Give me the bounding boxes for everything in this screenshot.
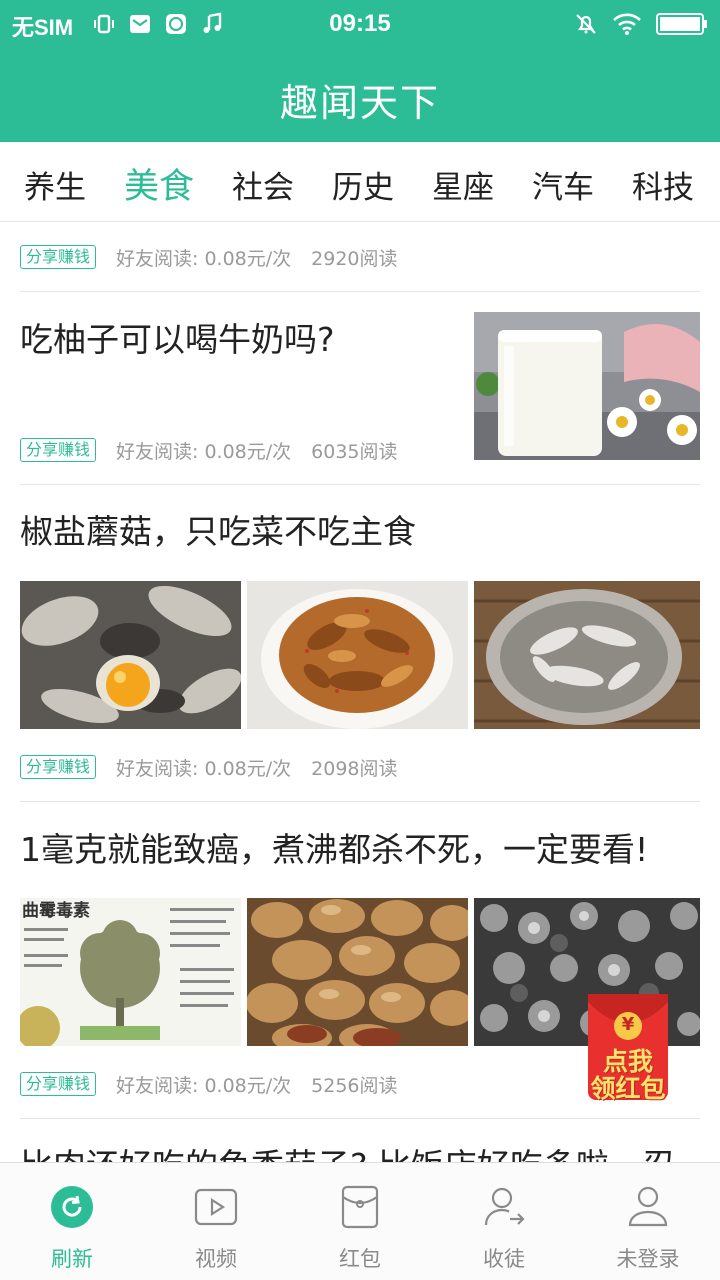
nav-refresh[interactable]: 刷新 xyxy=(0,1163,144,1280)
tab-history[interactable]: 历史 xyxy=(332,162,394,207)
app-title: 趣闻天下 xyxy=(279,81,440,125)
divider xyxy=(20,1118,700,1119)
article-meta: 分享赚钱 好友阅读: 0.08元/次 5256阅读 xyxy=(20,1070,398,1098)
milk-glass-thumbnail[interactable] xyxy=(474,312,700,460)
read-count: 2098阅读 xyxy=(311,757,398,780)
read-count: 2920阅读 xyxy=(311,247,398,270)
fried-mushroom-thumbnail[interactable] xyxy=(247,581,468,729)
article-title[interactable]: 比肉还好吃的鱼香茄子? 比饭店好吃多啦，忍 xyxy=(20,1144,675,1162)
poster-caption: 曲霉毒素 xyxy=(22,901,90,921)
category-tabs: 养生 美食 社会 历史 星座 汽车 科技 xyxy=(0,142,720,222)
divider xyxy=(20,484,700,485)
friend-read-rate: 好友阅读: 0.08元/次 xyxy=(116,247,292,270)
article-title[interactable]: 吃柚子可以喝牛奶吗? xyxy=(20,318,335,362)
tab-horoscope[interactable]: 星座 xyxy=(432,162,494,207)
article-meta: 分享赚钱 好友阅读: 0.08元/次 2098阅读 xyxy=(20,753,398,781)
tab-tech[interactable]: 科技 xyxy=(632,162,694,207)
read-count: 6035阅读 xyxy=(311,440,398,463)
tab-food[interactable]: 美食 xyxy=(124,158,194,209)
share-earn-tag[interactable]: 分享赚钱 xyxy=(20,755,97,779)
user-icon xyxy=(628,1186,668,1227)
bottom-nav: 刷新 视频 红包 收徒 未登录 xyxy=(0,1162,720,1280)
share-earn-tag[interactable]: 分享赚钱 xyxy=(20,438,97,462)
nav-red-envelope[interactable]: 红包 xyxy=(288,1163,432,1280)
tab-health[interactable]: 养生 xyxy=(24,162,86,207)
nav-label: 视频 xyxy=(195,1247,237,1271)
divider xyxy=(20,801,700,802)
nav-apprentice[interactable]: 收徒 xyxy=(432,1163,576,1280)
status-bar: 无SIM 09:15 xyxy=(0,0,720,50)
video-icon xyxy=(194,1188,238,1226)
app-bar: 趣闻天下 xyxy=(0,50,720,142)
nav-label: 收徒 xyxy=(483,1247,525,1271)
red-packet-float-button[interactable]: ¥ 点我 领红包 xyxy=(578,992,678,1103)
article-meta: 分享赚钱 好友阅读: 0.08元/次 6035阅读 xyxy=(20,436,398,464)
friend-read-rate: 好友阅读: 0.08元/次 xyxy=(116,757,292,780)
add-apprentice-icon xyxy=(484,1187,525,1226)
red-envelope-icon xyxy=(341,1185,379,1229)
refresh-icon xyxy=(51,1186,93,1228)
share-earn-tag[interactable]: 分享赚钱 xyxy=(20,1072,97,1096)
tab-society[interactable]: 社会 xyxy=(232,162,294,207)
tab-cars[interactable]: 汽车 xyxy=(532,162,594,207)
nav-video[interactable]: 视频 xyxy=(144,1163,288,1280)
nav-label: 红包 xyxy=(339,1247,381,1271)
nav-label: 刷新 xyxy=(51,1247,93,1271)
nav-profile[interactable]: 未登录 xyxy=(576,1163,720,1280)
moldy-dates-thumbnail[interactable] xyxy=(247,898,468,1046)
divider xyxy=(20,291,700,292)
wifi-icon xyxy=(613,13,641,35)
aflatoxin-poster-thumbnail[interactable]: 曲霉毒素 xyxy=(20,898,241,1046)
article-meta: 分享赚钱 好友阅读: 0.08元/次 2920阅读 xyxy=(20,243,398,271)
nav-label: 未登录 xyxy=(616,1247,680,1271)
mute-icon xyxy=(576,14,596,34)
read-count: 5256阅读 xyxy=(311,1074,398,1097)
raw-mushroom-egg-thumbnail[interactable] xyxy=(20,581,241,729)
article-title[interactable]: 椒盐蘑菇，只吃菜不吃主食 xyxy=(20,510,416,554)
battery-icon xyxy=(656,13,707,35)
mushroom-bowl-thumbnail[interactable] xyxy=(474,581,700,729)
app-screen: 无SIM 09:15 趣闻天下 养生 美食 社会 历史 星座 汽车 科技 分享赚… xyxy=(0,0,720,1280)
article-title[interactable]: 1毫克就能致癌，煮沸都杀不死，一定要看! xyxy=(20,828,648,872)
share-earn-tag[interactable]: 分享赚钱 xyxy=(20,245,97,269)
red-packet-line2: 领红包 xyxy=(590,1074,666,1103)
friend-read-rate: 好友阅读: 0.08元/次 xyxy=(116,440,292,463)
system-icons xyxy=(574,12,708,36)
red-packet-symbol: ¥ xyxy=(621,1014,635,1035)
friend-read-rate: 好友阅读: 0.08元/次 xyxy=(116,1074,292,1097)
